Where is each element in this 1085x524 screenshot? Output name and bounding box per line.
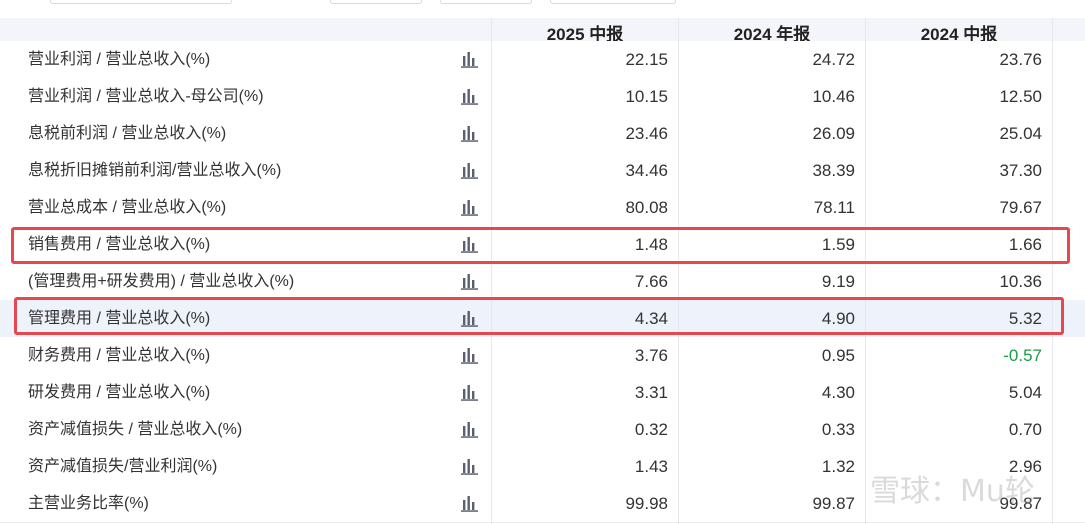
- filter-control-3[interactable]: [440, 0, 532, 4]
- row-value-period-1: 7.66: [634, 272, 668, 291]
- row-value-period-1: 99.98: [625, 494, 668, 513]
- watermark: 雪球：Mu轮: [870, 474, 1035, 509]
- row-value-period-1: 3.76: [634, 346, 668, 365]
- filter-control-1[interactable]: [50, 0, 232, 4]
- row-value-period-2: 9.19: [821, 272, 855, 291]
- column-divider: [1052, 18, 1053, 524]
- table-row[interactable]: 营业总成本 / 营业总收入(%) 80.08 78.11 79.67: [0, 189, 1085, 227]
- row-value-period-3: 5.32: [1008, 309, 1042, 328]
- row-value-period-2: 4.90: [821, 309, 855, 328]
- bar-chart-icon[interactable]: [461, 236, 479, 253]
- bar-chart-icon[interactable]: [461, 273, 479, 290]
- row-value-period-1: 80.08: [625, 198, 668, 217]
- row-label: 销售费用 / 营业总收入(%): [28, 236, 211, 253]
- row-label: (管理费用+研发费用) / 营业总收入(%): [28, 273, 295, 290]
- table-row[interactable]: 息税折旧摊销前利润/营业总收入(%) 34.46 38.39 37.30: [0, 152, 1085, 190]
- filter-control-4[interactable]: [550, 0, 676, 4]
- row-value-period-2: 10.46: [812, 87, 855, 106]
- row-value-period-2: 26.09: [812, 124, 855, 143]
- table-row[interactable]: 息税前利润 / 营业总收入(%) 23.46 26.09 25.04: [0, 115, 1085, 153]
- row-label: 主营业务比率(%): [28, 495, 149, 512]
- column-divider: [678, 18, 679, 524]
- row-value-period-1: 4.34: [634, 309, 668, 328]
- table-row[interactable]: 资产减值损失 / 营业总收入(%) 0.32 0.33 0.70: [0, 411, 1085, 449]
- row-value-period-2: 0.33: [821, 420, 855, 439]
- table-row[interactable]: 销售费用 / 营业总收入(%) 1.48 1.59 1.66: [0, 226, 1085, 264]
- row-label: 管理费用 / 营业总收入(%): [28, 310, 211, 327]
- top-toolbar-strip: [0, 0, 1085, 18]
- row-label: 财务费用 / 营业总收入(%): [28, 347, 211, 364]
- bar-chart-icon[interactable]: [461, 125, 479, 142]
- bar-chart-icon[interactable]: [461, 199, 479, 216]
- row-value-period-1: 1.48: [634, 235, 668, 254]
- row-label: 研发费用 / 营业总收入(%): [28, 384, 211, 401]
- bar-chart-icon[interactable]: [461, 384, 479, 401]
- row-value-period-3: 25.04: [999, 124, 1042, 143]
- row-value-period-3: 10.36: [999, 272, 1042, 291]
- row-label: 息税折旧摊销前利润/营业总收入(%): [28, 162, 282, 179]
- row-label: 资产减值损失/营业利润(%): [28, 458, 218, 475]
- table-row[interactable]: 财务费用 / 营业总收入(%) 3.76 0.95 -0.57: [0, 337, 1085, 375]
- row-value-period-2: 4.30: [821, 383, 855, 402]
- bar-chart-icon[interactable]: [461, 51, 479, 68]
- bar-chart-icon[interactable]: [461, 495, 479, 512]
- table-row[interactable]: 营业利润 / 营业总收入-母公司(%) 10.15 10.46 12.50: [0, 78, 1085, 116]
- row-value-period-3: -0.57: [1003, 346, 1042, 365]
- column-divider: [865, 18, 866, 524]
- row-label: 营业利润 / 营业总收入-母公司(%): [28, 88, 264, 105]
- filter-control-2[interactable]: [330, 0, 422, 4]
- row-value-period-1: 22.15: [625, 50, 668, 69]
- row-value-period-1: 10.15: [625, 87, 668, 106]
- row-value-period-3: 0.70: [1008, 420, 1042, 439]
- bar-chart-icon[interactable]: [461, 421, 479, 438]
- row-label: 营业总成本 / 营业总收入(%): [28, 199, 227, 216]
- column-divider: [491, 18, 492, 524]
- row-value-period-2: 99.87: [812, 494, 855, 513]
- row-value-period-2: 1.32: [821, 457, 855, 476]
- table-row[interactable]: (管理费用+研发费用) / 营业总收入(%) 7.66 9.19 10.36: [0, 263, 1085, 301]
- row-value-period-3: 79.67: [999, 198, 1042, 217]
- bar-chart-icon[interactable]: [461, 88, 479, 105]
- bar-chart-icon[interactable]: [461, 347, 479, 364]
- bar-chart-icon[interactable]: [461, 310, 479, 327]
- row-label: 息税前利润 / 营业总收入(%): [28, 125, 227, 142]
- bar-chart-icon[interactable]: [461, 162, 479, 179]
- row-value-period-2: 0.95: [821, 346, 855, 365]
- row-value-period-3: 1.66: [1008, 235, 1042, 254]
- row-value-period-1: 23.46: [625, 124, 668, 143]
- row-value-period-1: 0.32: [634, 420, 668, 439]
- row-value-period-2: 38.39: [812, 161, 855, 180]
- row-value-period-1: 3.31: [634, 383, 668, 402]
- row-value-period-3: 37.30: [999, 161, 1042, 180]
- table-row[interactable]: 管理费用 / 营业总收入(%) 4.34 4.90 5.32: [0, 300, 1085, 338]
- row-value-period-2: 1.59: [821, 235, 855, 254]
- bar-chart-icon[interactable]: [461, 458, 479, 475]
- row-value-period-3: 5.04: [1008, 383, 1042, 402]
- row-value-period-3: 23.76: [999, 50, 1042, 69]
- table-row[interactable]: 营业利润 / 营业总收入(%) 22.15 24.72 23.76: [0, 41, 1085, 79]
- row-value-period-2: 24.72: [812, 50, 855, 69]
- row-label: 资产减值损失 / 营业总收入(%): [28, 421, 243, 438]
- row-label: 营业利润 / 营业总收入(%): [28, 51, 211, 68]
- table-row[interactable]: 研发费用 / 营业总收入(%) 3.31 4.30 5.04: [0, 374, 1085, 412]
- row-value-period-1: 34.46: [625, 161, 668, 180]
- row-value-period-3: 12.50: [999, 87, 1042, 106]
- row-value-period-2: 78.11: [813, 198, 855, 217]
- row-value-period-1: 1.43: [634, 457, 668, 476]
